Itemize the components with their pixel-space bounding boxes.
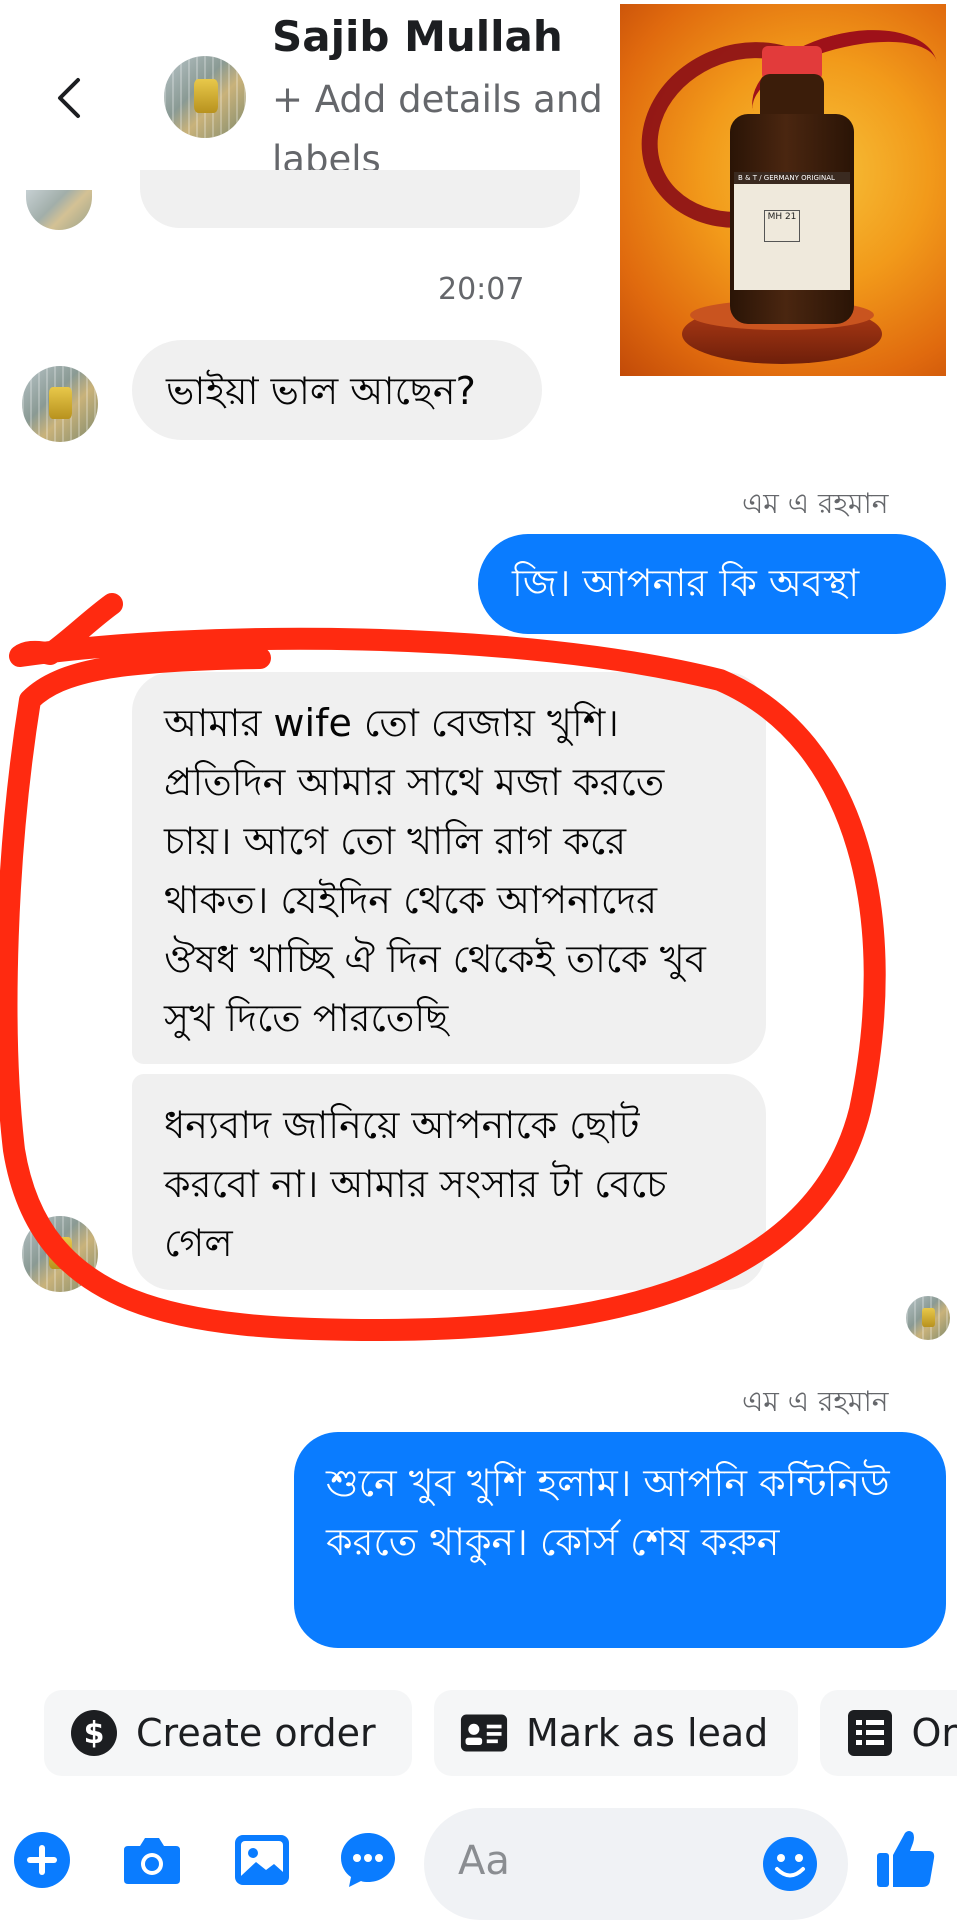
orders-button[interactable]: Or [820,1690,957,1776]
contact-avatar[interactable] [164,56,246,138]
read-receipt-avatar [906,1296,950,1340]
incoming-message[interactable]: ভাইয়া ভাল আছেন? [132,340,542,440]
chevron-left-icon [58,78,80,118]
plus-circle-icon[interactable] [12,1830,72,1890]
contact-avatar-small[interactable] [22,366,98,442]
back-button[interactable] [40,62,96,134]
previous-message-bubble-edge [140,170,580,228]
message-input-placeholder: Aa [458,1838,510,1884]
list-icon [846,1709,893,1757]
outgoing-message[interactable]: শুনে খুব খুশি হলাম। আপনি কন্টিনিউ করতে থ… [294,1432,946,1648]
svg-text:$: $ [84,1716,105,1751]
thumbs-up-icon[interactable] [870,1822,942,1894]
create-order-button[interactable]: $ Create order [44,1690,412,1776]
message-text: শুনে খুব খুশি হলাম। আপনি কন্টিনিউ করতে থ… [326,1461,890,1564]
previous-avatar-edge [26,190,92,230]
mark-as-lead-label: Mark as lead [526,1711,769,1755]
emoji-icon[interactable] [762,1836,818,1896]
dollar-circle-icon: $ [70,1709,118,1757]
contact-name[interactable]: Sajib Mullah [272,12,563,61]
create-order-label: Create order [136,1711,376,1755]
message-text: ভাইয়া ভাল আছেন? [166,369,476,413]
contact-card-icon [460,1709,508,1757]
camera-icon[interactable] [122,1830,182,1890]
message-input[interactable]: Aa [424,1808,848,1920]
chat-bubble-icon[interactable] [338,1830,398,1890]
sender-name: এম এ রহমান [742,1385,889,1418]
bottle-label-code: MH 21 [764,210,800,242]
message-timestamp: 20:07 [438,272,525,307]
red-circle-annotation [0,593,886,1341]
product-image: MH 21 B & T / GERMANY ORIGINAL [620,4,946,376]
sender-name: এম এ রহমান [742,487,889,520]
bottle-label-brand: B & T / GERMANY ORIGINAL [738,174,835,182]
mark-as-lead-button[interactable]: Mark as lead [434,1690,798,1776]
gallery-icon[interactable] [232,1830,292,1890]
orders-label: Or [911,1711,957,1755]
